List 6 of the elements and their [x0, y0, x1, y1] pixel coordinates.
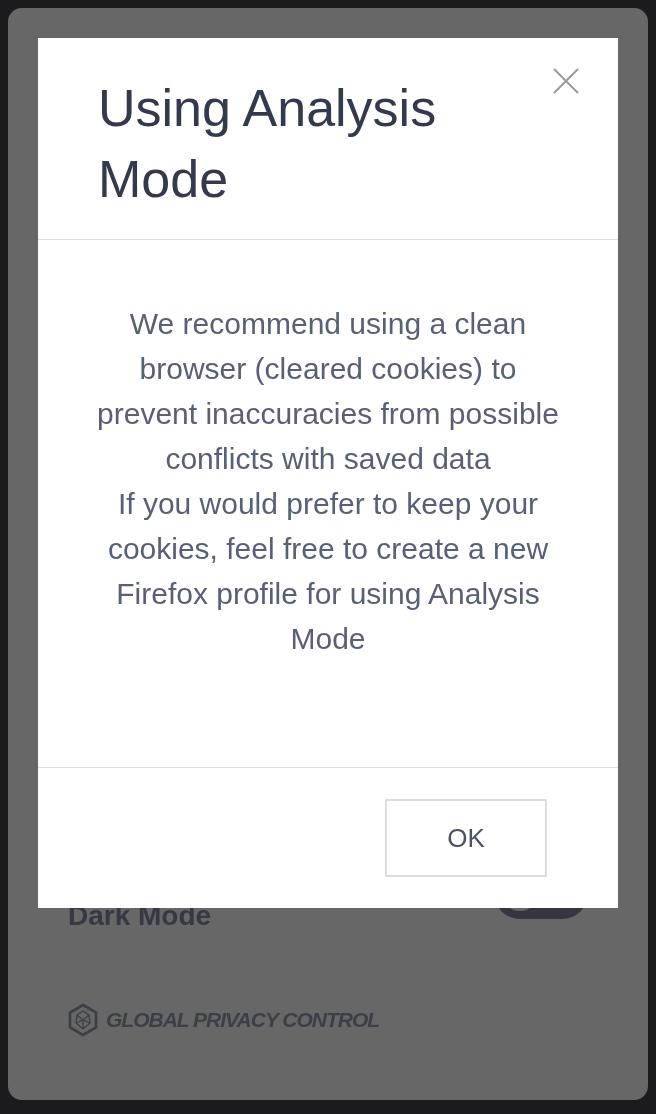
close-icon: [553, 68, 579, 94]
ok-button[interactable]: OK: [385, 799, 547, 877]
modal-paragraph: If you would prefer to keep your cookies, feel free to create a new Firefox profile for using Analysis Mode: [106, 486, 550, 657]
modal-paragraph: We recommend using a clean browser (cleared cookies) to prevent inaccuracies from possible conflicts with saved data: [96, 306, 560, 477]
hexagon-logo-icon: [68, 1003, 98, 1037]
modal-title: Using Analysis Mode: [98, 78, 438, 210]
